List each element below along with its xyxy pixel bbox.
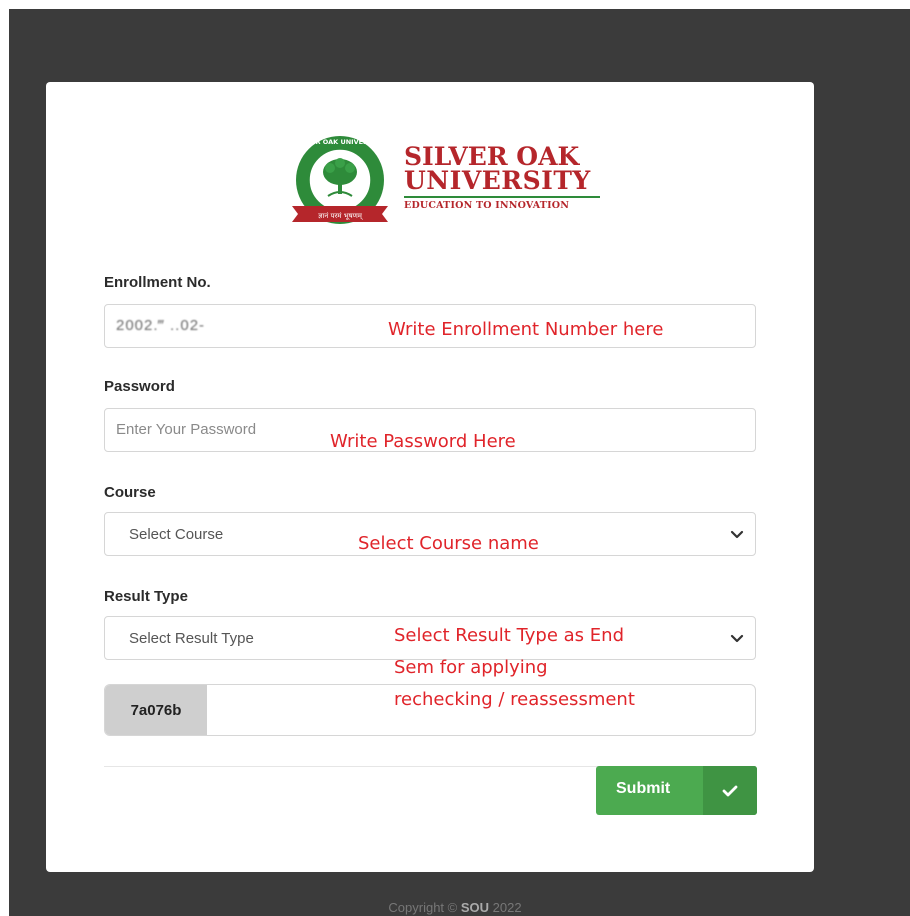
footer-brand[interactable]: SOU (461, 900, 489, 915)
footer-copyright: Copyright © SOU 2022 (0, 900, 910, 915)
logo-wordmark: SILVER OAK UNIVERSITY EDUCATION TO INNOV… (404, 144, 600, 211)
enrollment-label: Enrollment No. (104, 274, 211, 291)
footer-year: 2022 (492, 900, 522, 915)
logo-divider (404, 196, 600, 198)
login-card: ज्ञानं परमं भूषणम् SILVER OAK UNIVERSITY… (46, 82, 814, 872)
course-label: Course (104, 484, 156, 501)
course-selected: Select Course (129, 526, 224, 543)
result-type-annotation-2: Sem for applying (394, 657, 548, 678)
submit-label: Submit (616, 780, 671, 797)
captcha-code: 7a076b (105, 685, 207, 735)
password-placeholder: Enter Your Password (116, 421, 257, 438)
submit-button[interactable]: Submit (596, 766, 757, 815)
password-label: Password (104, 378, 175, 395)
result-type-selected: Select Result Type (129, 630, 254, 647)
university-seal-icon: ज्ञानं परमं भूषणम् SILVER OAK UNIVERSITY (292, 136, 388, 224)
logo-line-2: UNIVERSITY (404, 166, 591, 195)
svg-text:SILVER OAK UNIVERSITY: SILVER OAK UNIVERSITY (296, 138, 385, 146)
enrollment-annotation: Write Enrollment Number here (388, 319, 664, 340)
password-annotation: Write Password Here (330, 431, 516, 452)
chevron-down-icon (730, 530, 744, 539)
logo-tagline: EDUCATION TO INNOVATION (404, 200, 570, 211)
chevron-down-icon (730, 634, 744, 643)
svg-text:ज्ञानं परमं भूषणम्: ज्ञानं परमं भूषणम् (318, 212, 363, 220)
university-logo: ज्ञानं परमं भूषणम् SILVER OAK UNIVERSITY… (278, 132, 608, 232)
footer-prefix: Copyright © (388, 900, 458, 915)
enrollment-value: 2002.‴ ..02- (116, 317, 206, 334)
result-type-annotation-1: Select Result Type as End (394, 625, 624, 646)
result-type-label: Result Type (104, 588, 188, 605)
captcha-field[interactable]: 7a076b (104, 684, 756, 736)
course-annotation: Select Course name (358, 533, 539, 554)
check-icon (703, 766, 757, 815)
